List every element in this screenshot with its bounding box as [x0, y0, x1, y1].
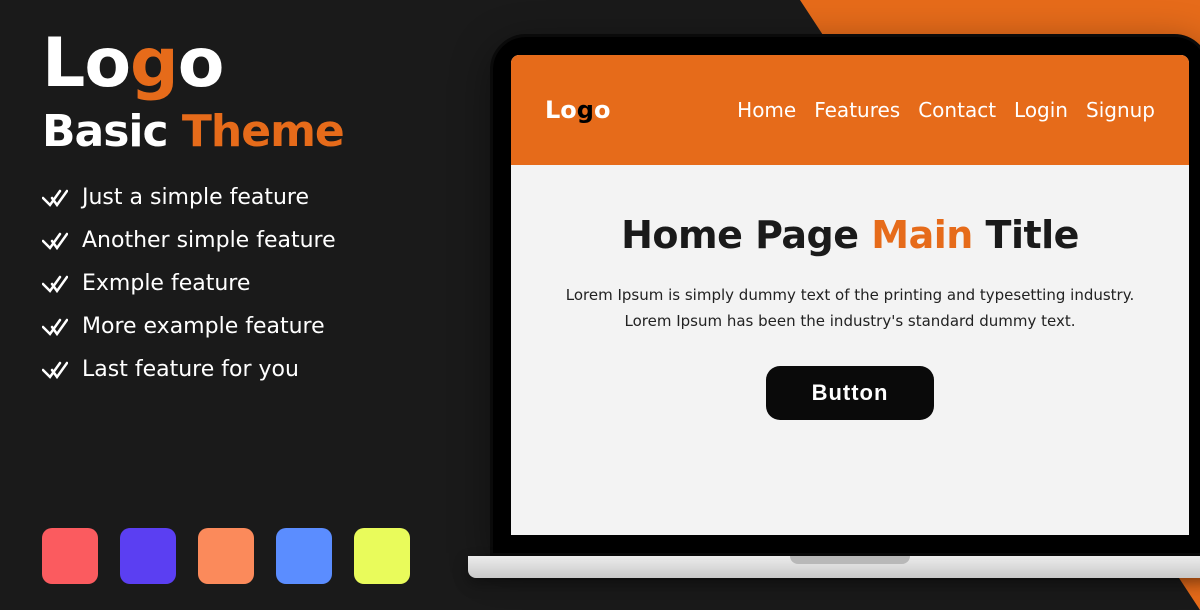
- site-logo-accent: g: [577, 96, 594, 124]
- feature-label: Exmple feature: [82, 271, 250, 296]
- hero-title-accent: Main: [871, 213, 973, 257]
- site-logo-post: o: [594, 96, 611, 124]
- color-swatch[interactable]: [276, 528, 332, 584]
- feature-label: Just a simple feature: [82, 185, 309, 210]
- color-swatch-row: [42, 528, 410, 584]
- feature-item: Another simple feature: [42, 228, 440, 253]
- laptop-screen: Logo Home Features Contact Login Signup …: [511, 55, 1189, 535]
- tagline: Basic Theme: [42, 106, 440, 157]
- site-logo-pre: Lo: [545, 96, 577, 124]
- color-swatch[interactable]: [354, 528, 410, 584]
- hero-title-pre: Home Page: [621, 213, 871, 257]
- check-icon: [42, 231, 68, 251]
- check-icon: [42, 317, 68, 337]
- feature-label: Another simple feature: [82, 228, 336, 253]
- nav-link-contact[interactable]: Contact: [918, 98, 996, 122]
- feature-item: More example feature: [42, 314, 440, 339]
- laptop-preview: Logo Home Features Contact Login Signup …: [490, 34, 1200, 578]
- hero-title: Home Page Main Title: [621, 213, 1079, 257]
- site-nav: Home Features Contact Login Signup: [737, 98, 1155, 122]
- nav-link-login[interactable]: Login: [1014, 98, 1068, 122]
- hero-title-post: Title: [973, 213, 1079, 257]
- laptop-lid: Logo Home Features Contact Login Signup …: [490, 34, 1200, 556]
- brand-logo: Logo: [42, 30, 440, 98]
- nav-link-features[interactable]: Features: [814, 98, 900, 122]
- feature-item: Just a simple feature: [42, 185, 440, 210]
- feature-label: More example feature: [82, 314, 325, 339]
- logo-text-pre: Lo: [42, 24, 130, 103]
- site-header: Logo Home Features Contact Login Signup: [511, 55, 1189, 165]
- check-icon: [42, 274, 68, 294]
- hero-section: Home Page Main Title Lorem Ipsum is simp…: [511, 165, 1189, 535]
- logo-text-accent: g: [130, 24, 178, 103]
- color-swatch[interactable]: [198, 528, 254, 584]
- color-swatch[interactable]: [42, 528, 98, 584]
- site-logo[interactable]: Logo: [545, 96, 610, 124]
- nav-link-signup[interactable]: Signup: [1086, 98, 1155, 122]
- tagline-accent: Theme: [182, 106, 344, 157]
- feature-item: Last feature for you: [42, 357, 440, 382]
- feature-label: Last feature for you: [82, 357, 299, 382]
- color-swatch[interactable]: [120, 528, 176, 584]
- feature-list: Just a simple feature Another simple fea…: [42, 185, 440, 382]
- feature-item: Exmple feature: [42, 271, 440, 296]
- laptop-base: [468, 556, 1200, 578]
- nav-link-home[interactable]: Home: [737, 98, 796, 122]
- check-icon: [42, 360, 68, 380]
- logo-text-post: o: [178, 24, 224, 103]
- check-icon: [42, 188, 68, 208]
- hero-cta-button[interactable]: Button: [766, 366, 935, 420]
- tagline-pre: Basic: [42, 106, 182, 157]
- hero-description: Lorem Ipsum is simply dummy text of the …: [551, 283, 1149, 334]
